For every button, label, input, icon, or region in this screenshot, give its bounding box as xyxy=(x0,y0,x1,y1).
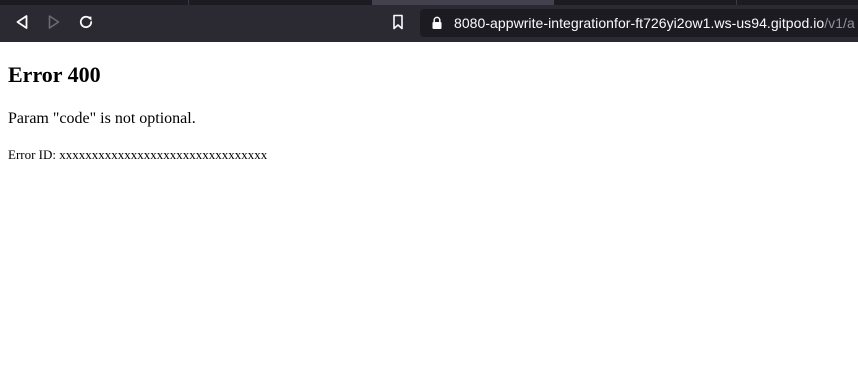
error-message: Param "code" is not optional. xyxy=(8,110,196,127)
error-heading: Error 400 xyxy=(8,62,101,87)
browser-toolbar: 8080-appwrite-integrationfor-ft726yi2ow1… xyxy=(0,0,858,42)
tab-separator xyxy=(188,0,189,5)
tab-strip xyxy=(0,0,858,5)
back-button[interactable] xyxy=(12,12,32,32)
bookmark-button[interactable] xyxy=(388,12,408,32)
forward-button[interactable] xyxy=(44,12,64,32)
page-content: Error 400 Param "code" is not optional. … xyxy=(0,62,858,163)
back-arrow-icon xyxy=(15,14,29,30)
forward-arrow-icon xyxy=(47,14,61,30)
active-tab[interactable] xyxy=(372,0,554,5)
reload-button[interactable] xyxy=(76,12,96,32)
url-path: /v1/a xyxy=(824,15,855,31)
url-host: 8080-appwrite-integrationfor-ft726yi2ow1… xyxy=(454,15,825,31)
error-id: Error ID: xxxxxxxxxxxxxxxxxxxxxxxxxxxxxx… xyxy=(8,147,268,162)
reload-icon xyxy=(78,14,94,30)
url-bar[interactable]: 8080-appwrite-integrationfor-ft726yi2ow1… xyxy=(420,9,858,37)
tab-separator xyxy=(736,0,737,5)
lock-icon[interactable] xyxy=(431,16,443,30)
url-text[interactable]: 8080-appwrite-integrationfor-ft726yi2ow1… xyxy=(454,15,855,31)
bookmark-icon xyxy=(392,14,404,30)
